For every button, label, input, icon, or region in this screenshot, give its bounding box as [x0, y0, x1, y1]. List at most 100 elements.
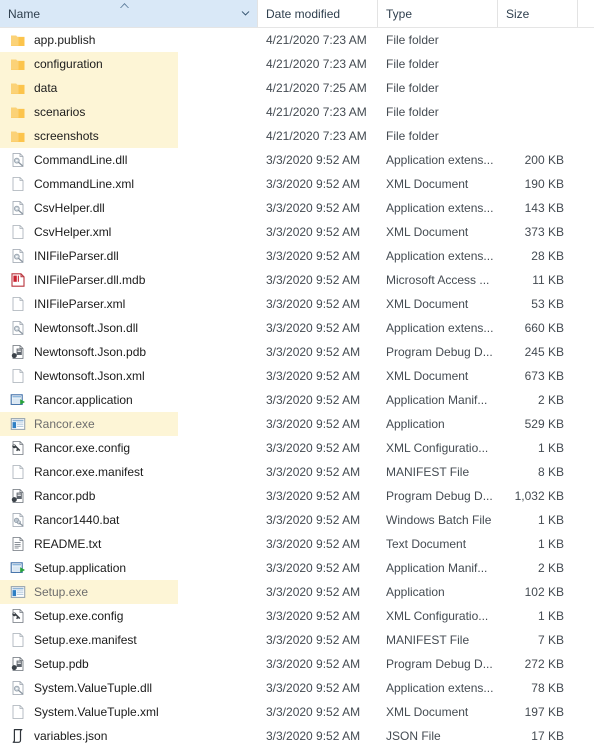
file-row[interactable]: variables.json 3/3/2020 9:52 AM JSON File 1…	[0, 724, 594, 748]
file-row[interactable]: CsvHelper.xml 3/3/2020 9:52 AM XML Documen…	[0, 220, 594, 244]
file-size-cell: 102 KB	[524, 585, 564, 599]
file-type-cell: XML Document	[386, 369, 469, 383]
column-header-name[interactable]: Name	[0, 0, 258, 27]
file-type-cell: File folder	[386, 81, 439, 95]
file-type-cell: Microsoft Access ...	[386, 273, 490, 287]
file-name-cell[interactable]: CsvHelper.dll	[0, 200, 258, 216]
file-type-cell: Program Debug D...	[386, 657, 493, 671]
file-name-label: Newtonsoft.Json.dll	[34, 321, 139, 335]
file-name-cell[interactable]: INIFileParser.xml	[0, 296, 258, 312]
file-row[interactable]: Setup.exe.config 3/3/2020 9:52 AM XML Conf…	[0, 604, 594, 628]
file-type-cell: File folder	[386, 129, 439, 143]
file-size-cell: 78 KB	[531, 681, 564, 695]
file-name-label: variables.json	[34, 729, 108, 743]
file-name-cell[interactable]: Rancor.application	[0, 392, 258, 408]
file-date-modified-cell: 3/3/2020 9:52 AM	[266, 273, 361, 287]
file-row[interactable]: Newtonsoft.Json.dll 3/3/2020 9:52 AM Appli…	[0, 316, 594, 340]
file-row[interactable]: CsvHelper.dll 3/3/2020 9:52 AM Application…	[0, 196, 594, 220]
file-list: app.publish 4/21/2020 7:23 AM File folder c…	[0, 28, 594, 748]
file-name-cell[interactable]: Rancor.pdb	[0, 488, 258, 504]
file-row[interactable]: README.txt 3/3/2020 9:52 AM Text Document 1…	[0, 532, 594, 556]
chevron-down-icon[interactable]	[239, 9, 251, 19]
file-row[interactable]: screenshots 4/21/2020 7:23 AM File folder	[0, 124, 594, 148]
file-name-cell[interactable]: data	[0, 80, 258, 96]
file-row[interactable]: System.ValueTuple.xml 3/3/2020 9:52 AM XML…	[0, 700, 594, 724]
file-name-cell[interactable]: Rancor.exe	[0, 416, 258, 432]
file-name-cell[interactable]: Setup.exe.manifest	[0, 632, 258, 648]
file-row[interactable]: Newtonsoft.Json.xml 3/3/2020 9:52 AM XML D…	[0, 364, 594, 388]
file-name-cell[interactable]: System.ValueTuple.xml	[0, 704, 258, 720]
folder-icon	[11, 107, 25, 118]
file-name-cell[interactable]: Setup.pdb	[0, 656, 258, 672]
file-row[interactable]: Rancor.exe 3/3/2020 9:52 AM Application 529…	[0, 412, 594, 436]
file-name-label: Newtonsoft.Json.pdb	[34, 345, 147, 359]
file-size-cell: 1 KB	[537, 537, 564, 551]
file-name-cell[interactable]: Rancor1440.bat	[0, 512, 258, 528]
column-header-type[interactable]: Type	[378, 0, 498, 27]
file-name-cell[interactable]: Setup.exe	[0, 584, 258, 600]
file-date-modified-cell: 3/3/2020 9:52 AM	[266, 345, 361, 359]
column-header-name-label: Name	[8, 6, 41, 21]
column-header-size[interactable]: Size	[498, 0, 578, 27]
file-name-cell[interactable]: README.txt	[0, 536, 258, 552]
file-row[interactable]: configuration 4/21/2020 7:23 AM File folde…	[0, 52, 594, 76]
file-name-cell[interactable]: CommandLine.xml	[0, 176, 258, 192]
file-row[interactable]: System.ValueTuple.dll 3/3/2020 9:52 AM App…	[0, 676, 594, 700]
file-row[interactable]: app.publish 4/21/2020 7:23 AM File folder	[0, 28, 594, 52]
file-name-cell[interactable]: CsvHelper.xml	[0, 224, 258, 240]
file-name-cell[interactable]: Setup.application	[0, 560, 258, 576]
file-row[interactable]: INIFileParser.xml 3/3/2020 9:52 AM XML Doc…	[0, 292, 594, 316]
column-header-size-label: Size	[506, 6, 530, 21]
file-row[interactable]: scenarios 4/21/2020 7:23 AM File folder	[0, 100, 594, 124]
file-row[interactable]: Setup.exe.manifest 3/3/2020 9:52 AM MANIFE…	[0, 628, 594, 652]
file-name-label: CommandLine.dll	[34, 153, 128, 167]
file-row[interactable]: Rancor.pdb 3/3/2020 9:52 AM Program Debug …	[0, 484, 594, 508]
file-row[interactable]: Rancor.application 3/3/2020 9:52 AM Applic…	[0, 388, 594, 412]
file-row[interactable]: Setup.exe 3/3/2020 9:52 AM Application 102 …	[0, 580, 594, 604]
file-row[interactable]: CommandLine.xml 3/3/2020 9:52 AM XML Docum…	[0, 172, 594, 196]
column-header-date-modified[interactable]: Date modified	[258, 0, 378, 27]
file-name-cell[interactable]: Newtonsoft.Json.xml	[0, 368, 258, 384]
file-row[interactable]: Setup.pdb 3/3/2020 9:52 AM Program Debug D…	[0, 652, 594, 676]
file-name-cell[interactable]: CommandLine.dll	[0, 152, 258, 168]
file-date-modified-cell: 3/3/2020 9:52 AM	[266, 657, 361, 671]
file-row[interactable]: Setup.application 3/3/2020 9:52 AM Applica…	[0, 556, 594, 580]
file-row[interactable]: INIFileParser.dll 3/3/2020 9:52 AM Applica…	[0, 244, 594, 268]
file-type-cell: Application extens...	[386, 201, 494, 215]
file-date-modified-cell: 3/3/2020 9:52 AM	[266, 321, 361, 335]
file-name-cell[interactable]: scenarios	[0, 104, 258, 120]
file-row[interactable]: Newtonsoft.Json.pdb 3/3/2020 9:52 AM Progr…	[0, 340, 594, 364]
file-name-cell[interactable]: INIFileParser.dll	[0, 248, 258, 264]
dll-icon	[12, 249, 24, 263]
file-name-label: INIFileParser.dll.mdb	[34, 273, 146, 287]
file-type-cell: Application Manif...	[386, 561, 488, 575]
file-name-cell[interactable]: variables.json	[0, 728, 258, 744]
file-row[interactable]: Rancor.exe.manifest 3/3/2020 9:52 AM MANIF…	[0, 460, 594, 484]
file-date-modified-cell: 3/3/2020 9:52 AM	[266, 225, 361, 239]
file-row[interactable]: CommandLine.dll 3/3/2020 9:52 AM Applicati…	[0, 148, 594, 172]
file-row[interactable]: Rancor.exe.config 3/3/2020 9:52 AM XML Con…	[0, 436, 594, 460]
folder-icon	[11, 35, 25, 46]
blank-document-icon	[12, 465, 24, 479]
file-row[interactable]: INIFileParser.dll.mdb 3/3/2020 9:52 AM Mic…	[0, 268, 594, 292]
file-name-cell[interactable]: screenshots	[0, 128, 258, 144]
file-date-modified-cell: 3/3/2020 9:52 AM	[266, 153, 361, 167]
file-size-cell: 53 KB	[531, 297, 564, 311]
file-name-cell[interactable]: Rancor.exe.config	[0, 440, 258, 456]
file-name-label: INIFileParser.dll	[34, 249, 119, 263]
file-name-cell[interactable]: configuration	[0, 56, 258, 72]
file-name-cell[interactable]: Newtonsoft.Json.pdb	[0, 344, 258, 360]
file-row[interactable]: Rancor1440.bat 3/3/2020 9:52 AM Windows Ba…	[0, 508, 594, 532]
file-name-cell[interactable]: System.ValueTuple.dll	[0, 680, 258, 696]
file-type-cell: File folder	[386, 57, 439, 71]
file-name-cell[interactable]: app.publish	[0, 32, 258, 48]
file-name-cell[interactable]: Setup.exe.config	[0, 608, 258, 624]
file-type-cell: Application extens...	[386, 153, 494, 167]
file-row[interactable]: data 4/21/2020 7:25 AM File folder	[0, 76, 594, 100]
file-name-label: Newtonsoft.Json.xml	[34, 369, 145, 383]
file-size-cell: 8 KB	[537, 465, 564, 479]
file-name-cell[interactable]: INIFileParser.dll.mdb	[0, 272, 258, 288]
file-type-cell: File folder	[386, 105, 439, 119]
file-name-cell[interactable]: Rancor.exe.manifest	[0, 464, 258, 480]
file-name-cell[interactable]: Newtonsoft.Json.dll	[0, 320, 258, 336]
